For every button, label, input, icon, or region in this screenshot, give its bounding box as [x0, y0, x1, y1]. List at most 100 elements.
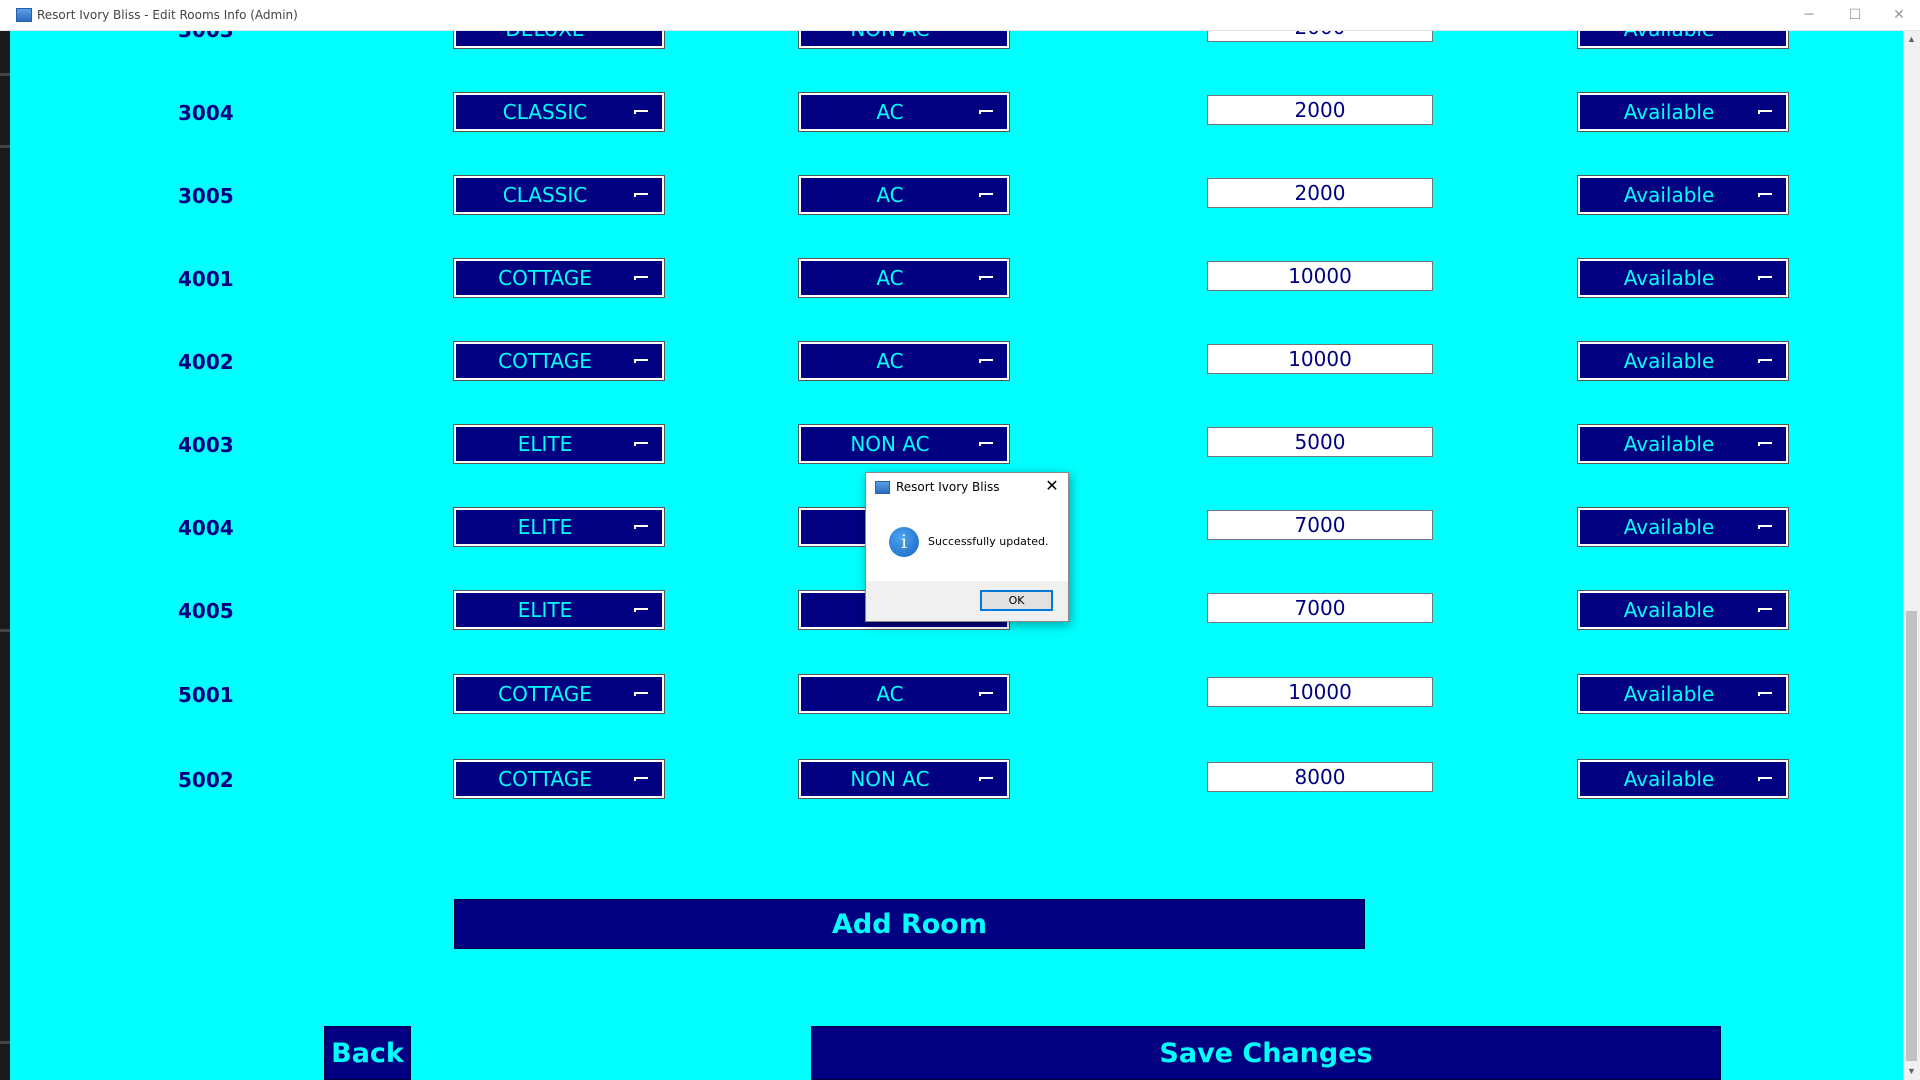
- dropdown-indicator-icon: [634, 276, 648, 280]
- add-room-button[interactable]: Add Room: [454, 899, 1365, 949]
- scroll-up-icon[interactable]: ▲: [1903, 31, 1920, 48]
- price-input[interactable]: 2000: [1207, 178, 1433, 208]
- room-type-dropdown[interactable]: CLASSIC: [453, 92, 665, 132]
- status-dropdown-value: Available: [1623, 682, 1715, 706]
- info-icon: i: [889, 527, 919, 557]
- price-input[interactable]: 10000: [1207, 261, 1433, 291]
- price-input[interactable]: 7000: [1207, 593, 1433, 623]
- room-number: 3003: [178, 31, 238, 42]
- status-dropdown[interactable]: Available: [1577, 424, 1789, 464]
- minimize-icon[interactable]: ─: [1786, 0, 1832, 31]
- room-type-dropdown[interactable]: ELITE: [453, 590, 665, 630]
- status-dropdown-value: Available: [1623, 432, 1715, 456]
- room-row: 3005 CLASSIC AC 2000 Available: [10, 175, 1903, 215]
- price-input[interactable]: 10000: [1207, 677, 1433, 707]
- app-window: Resort Ivory Bliss - Edit Rooms Info (Ad…: [0, 0, 1920, 1080]
- status-dropdown[interactable]: Available: [1577, 258, 1789, 298]
- status-dropdown-value: Available: [1623, 266, 1715, 290]
- room-type-dropdown-value: COTTAGE: [498, 266, 592, 290]
- status-dropdown[interactable]: Available: [1577, 590, 1789, 630]
- back-button[interactable]: Back: [324, 1026, 411, 1080]
- dialog-app-icon: [875, 481, 890, 494]
- status-dropdown[interactable]: Available: [1577, 759, 1789, 799]
- left-edge: [0, 31, 10, 1080]
- dropdown-indicator-icon: [979, 276, 993, 280]
- room-type-dropdown[interactable]: DELUXE: [453, 31, 665, 49]
- status-dropdown[interactable]: Available: [1577, 341, 1789, 381]
- dialog-footer: OK: [866, 581, 1068, 621]
- room-type-dropdown[interactable]: COTTAGE: [453, 759, 665, 799]
- room-type-dropdown-value: COTTAGE: [498, 682, 592, 706]
- dropdown-indicator-icon: [634, 608, 648, 612]
- room-type-dropdown-value: CLASSIC: [502, 100, 588, 124]
- room-type-dropdown[interactable]: ELITE: [453, 507, 665, 547]
- scroll-down-icon[interactable]: ▼: [1903, 1063, 1920, 1080]
- dropdown-indicator-icon: [979, 359, 993, 363]
- status-dropdown[interactable]: Available: [1577, 175, 1789, 215]
- room-number: 3004: [178, 101, 234, 125]
- close-icon[interactable]: ✕: [1876, 0, 1920, 31]
- status-dropdown[interactable]: Available: [1577, 507, 1789, 547]
- ac-type-dropdown[interactable]: AC: [798, 175, 1010, 215]
- ac-type-dropdown-value: NON AC: [850, 432, 930, 456]
- maximize-icon[interactable]: ☐: [1832, 0, 1878, 31]
- room-number: 4003: [178, 433, 234, 457]
- ac-type-dropdown[interactable]: NON AC: [798, 31, 1010, 49]
- dialog-title: Resort Ivory Bliss: [896, 480, 1000, 494]
- room-row: 5002 COTTAGE NON AC 8000 Available: [10, 759, 1903, 799]
- price-input[interactable]: 5000: [1207, 427, 1433, 457]
- price-input[interactable]: 2000: [1207, 95, 1433, 125]
- ac-type-dropdown[interactable]: NON AC: [798, 759, 1010, 799]
- price-input[interactable]: 2000: [1207, 31, 1433, 42]
- room-row: 5001 COTTAGE AC 10000 Available: [10, 674, 1903, 714]
- status-dropdown[interactable]: Available: [1577, 31, 1789, 49]
- room-row: 3004 CLASSIC AC 2000 Available: [10, 92, 1903, 132]
- room-type-dropdown-value: ELITE: [517, 515, 573, 539]
- dialog-close-icon[interactable]: ✕: [1042, 476, 1062, 496]
- dropdown-indicator-icon: [634, 110, 648, 114]
- ok-button[interactable]: OK: [980, 590, 1053, 611]
- dropdown-indicator-icon: [634, 777, 648, 781]
- room-row: 4003 ELITE NON AC 5000 Available: [10, 424, 1903, 464]
- room-type-dropdown[interactable]: CLASSIC: [453, 175, 665, 215]
- room-type-dropdown[interactable]: COTTAGE: [453, 258, 665, 298]
- save-changes-button[interactable]: Save Changes: [811, 1026, 1721, 1080]
- room-type-dropdown-value: DELUXE: [456, 31, 634, 46]
- dropdown-indicator-icon: [979, 777, 993, 781]
- dropdown-indicator-icon: [634, 359, 648, 363]
- ac-type-dropdown[interactable]: NON AC: [798, 424, 1010, 464]
- ac-type-dropdown-value: AC: [876, 100, 904, 124]
- room-number: 4004: [178, 516, 234, 540]
- ac-type-dropdown[interactable]: AC: [798, 341, 1010, 381]
- room-row: 4002 COTTAGE AC 10000 Available: [10, 341, 1903, 381]
- success-dialog: Resort Ivory Bliss ✕ i Successfully upda…: [865, 472, 1069, 622]
- app-icon: [16, 8, 32, 22]
- price-input[interactable]: 7000: [1207, 510, 1433, 540]
- status-dropdown[interactable]: Available: [1577, 674, 1789, 714]
- room-type-dropdown-value: COTTAGE: [498, 767, 592, 791]
- window-title: Resort Ivory Bliss - Edit Rooms Info (Ad…: [37, 8, 298, 22]
- ac-type-dropdown-value: AC: [876, 349, 904, 373]
- room-type-dropdown-value: ELITE: [517, 598, 573, 622]
- price-input[interactable]: 10000: [1207, 344, 1433, 374]
- room-type-dropdown[interactable]: ELITE: [453, 424, 665, 464]
- status-dropdown-value: Available: [1623, 515, 1715, 539]
- price-input[interactable]: 8000: [1207, 762, 1433, 792]
- dropdown-indicator-icon: [979, 110, 993, 114]
- vertical-scrollbar[interactable]: ▲ ▼: [1903, 31, 1920, 1080]
- dropdown-indicator-icon: [1758, 359, 1772, 363]
- ac-type-dropdown-value: AC: [876, 266, 904, 290]
- ac-type-dropdown[interactable]: AC: [798, 674, 1010, 714]
- dropdown-indicator-icon: [1758, 193, 1772, 197]
- room-type-dropdown[interactable]: COTTAGE: [453, 341, 665, 381]
- room-type-dropdown-value: COTTAGE: [498, 349, 592, 373]
- room-number: 5001: [178, 683, 234, 707]
- status-dropdown-value: Available: [1580, 31, 1758, 46]
- ac-type-dropdown[interactable]: AC: [798, 258, 1010, 298]
- ac-type-dropdown[interactable]: AC: [798, 92, 1010, 132]
- room-type-dropdown[interactable]: COTTAGE: [453, 674, 665, 714]
- ac-type-dropdown-value: AC: [876, 183, 904, 207]
- status-dropdown[interactable]: Available: [1577, 92, 1789, 132]
- scrollbar-thumb[interactable]: [1906, 611, 1917, 1061]
- room-type-dropdown-value: CLASSIC: [502, 183, 588, 207]
